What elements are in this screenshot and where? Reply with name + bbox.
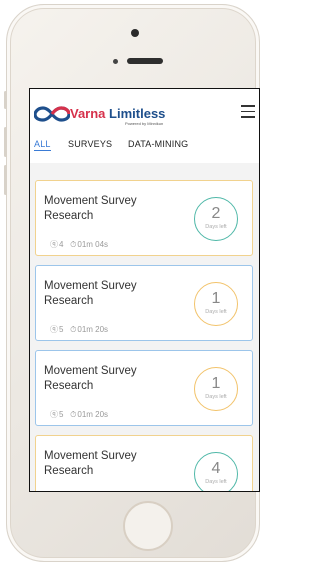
phone-volume-down bbox=[4, 165, 7, 195]
home-button[interactable] bbox=[123, 501, 173, 551]
tab-surveys[interactable]: SURVEYS bbox=[68, 139, 112, 149]
days-left-badge: 2 Days left bbox=[194, 197, 238, 241]
category-tabs: ALL SURVEYS DATA-MINING bbox=[34, 139, 254, 157]
brand-name-part2: Limitless bbox=[109, 106, 166, 121]
survey-meta: ⓠ4 ⏱01m 04s bbox=[50, 239, 108, 250]
tab-all[interactable]: ALL bbox=[34, 139, 51, 151]
survey-meta: ⓠ5 ⏱01m 20s bbox=[50, 409, 108, 420]
survey-card[interactable]: Movement Survey Research ⓠ4 ⏱01m 04s 2 D… bbox=[35, 180, 253, 256]
powered-by-text: Powered by Minnikun bbox=[125, 121, 164, 126]
brand-name-part1: Varna bbox=[70, 106, 106, 121]
days-left-label: Days left bbox=[205, 394, 227, 400]
phone-volume-up bbox=[4, 127, 7, 157]
survey-duration: 01m 20s bbox=[77, 410, 109, 419]
survey-title: Movement Survey Research bbox=[44, 195, 137, 222]
days-left-count: 4 bbox=[211, 460, 221, 477]
survey-duration: 01m 04s bbox=[77, 240, 109, 249]
days-left-badge: 4 Days left bbox=[194, 452, 238, 491]
survey-list: Movement Survey Research ⓠ4 ⏱01m 04s 2 D… bbox=[30, 163, 259, 491]
days-left-count: 2 bbox=[211, 205, 221, 222]
tab-data-mining[interactable]: DATA-MINING bbox=[128, 139, 188, 149]
proximity-sensor bbox=[113, 59, 118, 64]
days-left-label: Days left bbox=[205, 224, 227, 230]
days-left-count: 1 bbox=[211, 375, 221, 392]
survey-title: Movement Survey Research bbox=[44, 365, 137, 392]
phone-mute-switch bbox=[4, 91, 7, 109]
survey-title: Movement Survey Research bbox=[44, 450, 137, 477]
survey-title: Movement Survey Research bbox=[44, 280, 137, 307]
survey-card[interactable]: Movement Survey Research ⓠ5 ⏱01m 20s 1 D… bbox=[35, 350, 253, 426]
days-left-badge: 1 Days left bbox=[194, 367, 238, 411]
days-left-badge: 1 Days left bbox=[194, 282, 238, 326]
question-icon: ⓠ bbox=[50, 410, 58, 419]
clock-icon: ⏱ bbox=[70, 410, 77, 419]
hamburger-menu-icon[interactable] bbox=[241, 105, 255, 118]
front-camera bbox=[131, 29, 139, 37]
earpiece-speaker bbox=[127, 58, 163, 64]
survey-meta: ⓠ5 ⏱01m 20s bbox=[50, 324, 108, 335]
clock-icon: ⏱ bbox=[70, 325, 77, 334]
brand-name: Varna Limitless bbox=[70, 106, 165, 121]
days-left-label: Days left bbox=[205, 309, 227, 315]
question-count: 5 bbox=[59, 325, 64, 334]
survey-card[interactable]: Movement Survey Research 4 Days left bbox=[35, 435, 253, 491]
infinity-logo-icon bbox=[34, 106, 70, 122]
question-icon: ⓠ bbox=[50, 240, 58, 249]
app-header: Varna Limitless Powered by Minnikun bbox=[30, 89, 259, 133]
question-count: 5 bbox=[59, 410, 64, 419]
survey-duration: 01m 20s bbox=[77, 325, 109, 334]
question-icon: ⓠ bbox=[50, 325, 58, 334]
clock-icon: ⏱ bbox=[70, 240, 77, 249]
survey-card[interactable]: Movement Survey Research ⓠ5 ⏱01m 20s 1 D… bbox=[35, 265, 253, 341]
question-count: 4 bbox=[59, 240, 64, 249]
days-left-label: Days left bbox=[205, 479, 227, 485]
days-left-count: 1 bbox=[211, 290, 221, 307]
app-screen: Varna Limitless Powered by Minnikun ALL … bbox=[29, 88, 260, 492]
